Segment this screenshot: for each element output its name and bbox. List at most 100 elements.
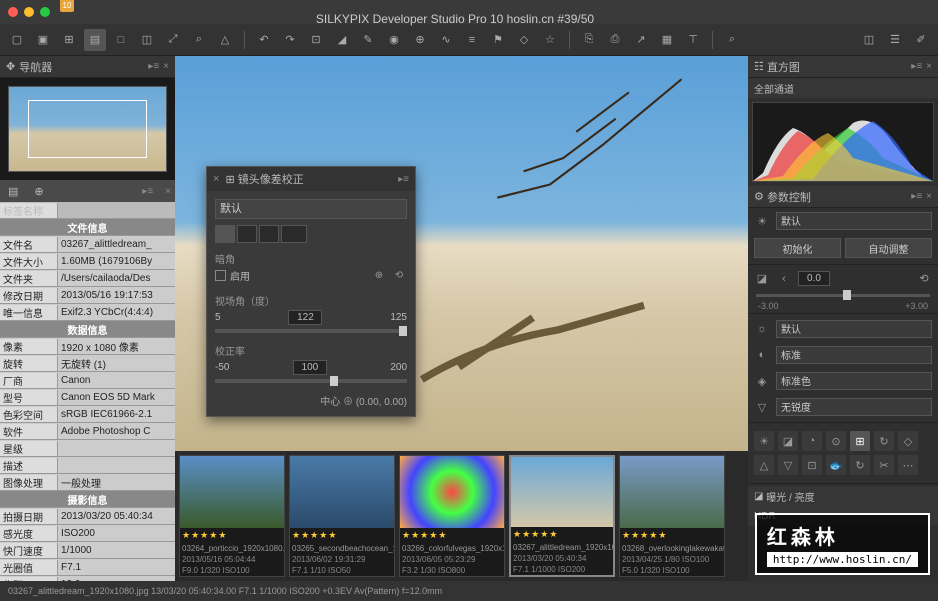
- wb-select[interactable]: 默认: [776, 320, 932, 338]
- star-icon[interactable]: ★: [540, 529, 548, 540]
- lens-preset-select[interactable]: 默认: [215, 199, 407, 219]
- exposure-value[interactable]: 0.0: [798, 271, 830, 286]
- exposure-section-header[interactable]: ◪ 曝光 / 亮度: [748, 486, 938, 506]
- info-row[interactable]: 描述: [0, 457, 175, 474]
- heal-icon[interactable]: ◉: [383, 29, 405, 51]
- star-icon[interactable]: ★: [658, 530, 666, 541]
- tool-tone-icon[interactable]: ◔: [802, 431, 822, 451]
- prev-icon[interactable]: ‹: [776, 273, 792, 285]
- brush2-icon[interactable]: ✐: [910, 29, 932, 51]
- star-icon[interactable]: ★: [310, 530, 318, 541]
- info-row[interactable]: 快门速度1/1000: [0, 542, 175, 559]
- star-icon[interactable]: ★: [191, 530, 199, 541]
- sharp-select[interactable]: 无锐度: [776, 398, 932, 416]
- info-row[interactable]: 修改日期2013/05/16 19:17:53: [0, 287, 175, 304]
- tool-dev-icon[interactable]: ⊡: [802, 455, 822, 475]
- star-icon[interactable]: ★: [429, 530, 437, 541]
- tool-effect-icon[interactable]: ▽: [778, 455, 798, 475]
- info-row[interactable]: 唯一信息Exif2.3 YCbCr(4:4:4): [0, 304, 175, 321]
- star-icon[interactable]: ★: [402, 530, 410, 541]
- tool-exposure-icon[interactable]: ☀: [754, 431, 774, 451]
- adjust-icon[interactable]: ◢: [331, 29, 353, 51]
- mode-4-button[interactable]: [281, 225, 307, 243]
- params-collapse-icon[interactable]: ▸≡: [911, 191, 922, 202]
- star-icon[interactable]: ★: [292, 530, 300, 541]
- close-window-button[interactable]: [8, 7, 18, 17]
- star-icon[interactable]: ★: [631, 530, 639, 541]
- fov-slider[interactable]: [215, 329, 407, 333]
- collapse-icon[interactable]: ▸≡: [148, 61, 159, 72]
- info-table[interactable]: 文件信息文件名03267_alittledream_文件大小1.60MB (16…: [0, 219, 175, 581]
- tool-wb-icon[interactable]: ◪: [778, 431, 798, 451]
- lens-collapse-icon[interactable]: ▸≡: [398, 174, 409, 185]
- tool-color-icon[interactable]: ⊙: [826, 431, 846, 451]
- grid-icon[interactable]: ⊞: [58, 29, 80, 51]
- crop-icon[interactable]: ⊡: [305, 29, 327, 51]
- minimize-window-button[interactable]: [24, 7, 34, 17]
- mode-3-button[interactable]: [259, 225, 279, 243]
- zoom-icon[interactable]: ⌕: [188, 29, 210, 51]
- thumbnail-item[interactable]: ★★★★★ 03266_colorfulvegas_1920x1 2013/06…: [399, 455, 505, 577]
- tone-select[interactable]: 标准: [776, 346, 932, 364]
- thumbnail-item[interactable]: ★★★★★ 03267_alittledream_1920x10 2013/03…: [509, 455, 615, 577]
- navigator-thumbnail[interactable]: [0, 78, 175, 180]
- tool-fish-icon[interactable]: 🐟: [826, 455, 846, 475]
- tool-crop-icon[interactable]: ✂: [874, 455, 894, 475]
- channel-select[interactable]: 全部通道: [748, 78, 938, 98]
- panel-toggle-icon[interactable]: ◫: [858, 29, 880, 51]
- star-icon[interactable]: ★: [328, 530, 336, 541]
- curve-icon[interactable]: ∿: [435, 29, 457, 51]
- hist-close-icon[interactable]: ×: [926, 61, 932, 72]
- settings-icon[interactable]: ☰: [884, 29, 906, 51]
- layers-icon[interactable]: ≡: [461, 29, 483, 51]
- star-icon[interactable]: ★: [182, 530, 190, 541]
- star-icon[interactable]: ★: [301, 530, 309, 541]
- copy-icon[interactable]: ⎘: [578, 29, 600, 51]
- lock-icon[interactable]: ◇: [513, 29, 535, 51]
- star-icon[interactable]: ★: [531, 529, 539, 540]
- params-close-icon[interactable]: ×: [926, 191, 932, 202]
- star-icon[interactable]: ★: [513, 529, 521, 540]
- info-close-icon[interactable]: ×: [165, 186, 171, 197]
- brush-icon[interactable]: ✎: [357, 29, 379, 51]
- info-row[interactable]: 感光度ISO200: [0, 525, 175, 542]
- info-row[interactable]: 焦距12.0mm: [0, 576, 175, 581]
- flag-icon[interactable]: ⚑: [487, 29, 509, 51]
- info-row[interactable]: 旋转无旋转 (1): [0, 355, 175, 372]
- batch-icon[interactable]: ▦: [656, 29, 678, 51]
- print-icon[interactable]: ⊤: [682, 29, 704, 51]
- close-panel-icon[interactable]: ×: [163, 61, 169, 72]
- info-row[interactable]: 软件Adobe Photoshop C: [0, 423, 175, 440]
- mode-2-button[interactable]: [237, 225, 257, 243]
- auto-button[interactable]: 自动调整: [845, 238, 932, 258]
- star-icon[interactable]: ★: [649, 530, 657, 541]
- info-row[interactable]: 文件夹/Users/cailaoda/Des: [0, 270, 175, 287]
- exposure-slider[interactable]: [756, 294, 930, 297]
- reset-exposure-icon[interactable]: ⟲: [916, 272, 932, 285]
- enable-checkbox[interactable]: [215, 270, 226, 281]
- tool-detail-icon[interactable]: △: [754, 455, 774, 475]
- thumbnail-item[interactable]: ★★★★★ 03268_overlookinglakewakatip 2013/…: [619, 455, 725, 577]
- layout-2-icon[interactable]: ▣: [32, 29, 54, 51]
- histogram[interactable]: [752, 102, 934, 182]
- init-button[interactable]: 初始化: [754, 238, 841, 258]
- maximize-window-button[interactable]: [40, 7, 50, 17]
- fit-icon[interactable]: ⤢: [162, 29, 184, 51]
- info-row[interactable]: 光圈值F7.1: [0, 559, 175, 576]
- rotate-left-icon[interactable]: ↶: [253, 29, 275, 51]
- preset-select[interactable]: 默认: [776, 212, 932, 230]
- clone-icon[interactable]: ⊕: [409, 29, 431, 51]
- paste-icon[interactable]: ⎙: [604, 29, 626, 51]
- info-row[interactable]: 星级: [0, 440, 175, 457]
- star-icon[interactable]: ★: [209, 530, 217, 541]
- star-icon[interactable]: ★: [438, 530, 446, 541]
- star-icon[interactable]: ★: [522, 529, 530, 540]
- export-icon[interactable]: ↗: [630, 29, 652, 51]
- info-row[interactable]: 型号Canon EOS 5D Mark: [0, 389, 175, 406]
- color-select[interactable]: 标准色: [776, 372, 932, 390]
- tag-icon[interactable]: ⊕: [30, 183, 47, 200]
- thumbnail-layout-icon[interactable]: ▤: [84, 29, 106, 51]
- thumbnail-item[interactable]: ★★★★★ 03264_porticcio_1920x1080.j 2013/0…: [179, 455, 285, 577]
- rotate-right-icon[interactable]: ↷: [279, 29, 301, 51]
- star-icon[interactable]: ☆: [539, 29, 561, 51]
